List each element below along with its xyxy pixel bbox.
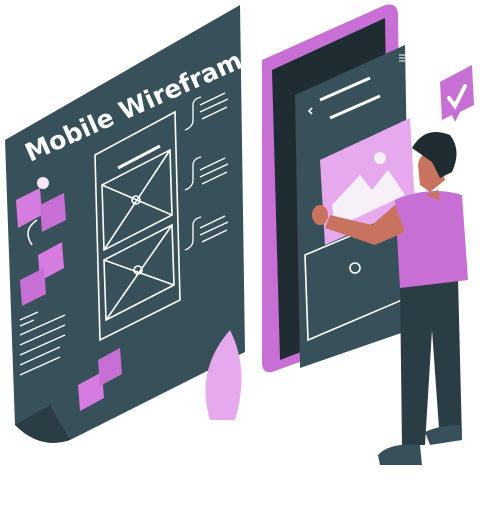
phone xyxy=(262,4,415,373)
checkmark-badge-icon xyxy=(440,65,474,122)
mobile-wireframe-illustration: Mobile Wireframe xyxy=(5,4,474,465)
